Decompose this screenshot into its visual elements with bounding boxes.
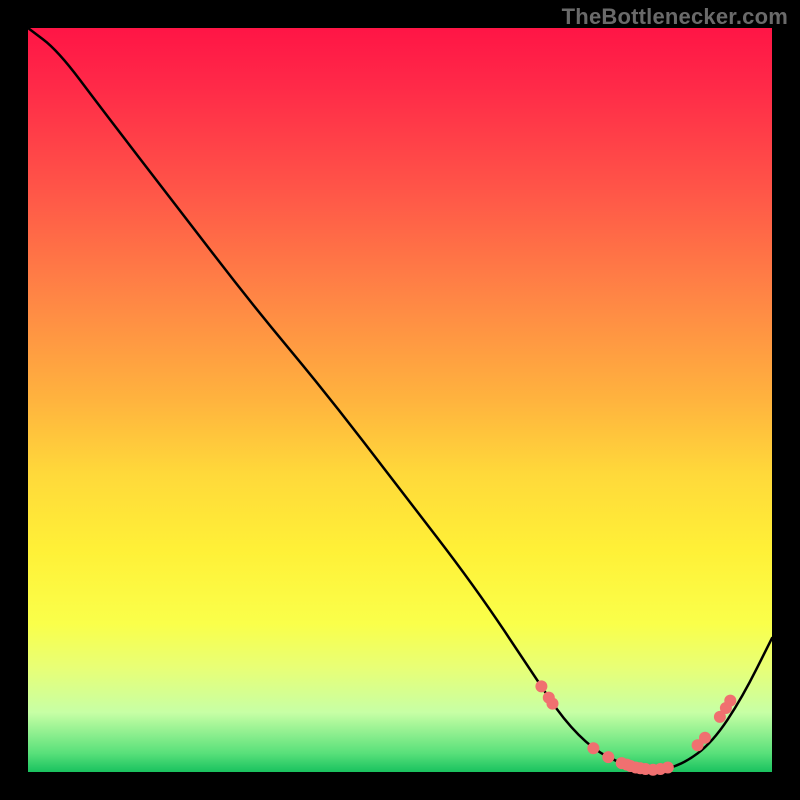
chart-marker: [724, 695, 736, 707]
chart-marker: [535, 680, 547, 692]
chart-marker: [602, 751, 614, 763]
chart-marker: [587, 742, 599, 754]
chart-markers-group: [535, 680, 736, 775]
chart-svg: [28, 28, 772, 772]
chart-line-series: [28, 28, 772, 770]
attribution-text: TheBottlenecker.com: [562, 4, 788, 30]
chart-marker: [699, 732, 711, 744]
chart-marker: [662, 762, 674, 774]
chart-marker: [547, 698, 559, 710]
chart-plot-area: [28, 28, 772, 772]
chart-frame: TheBottlenecker.com: [0, 0, 800, 800]
